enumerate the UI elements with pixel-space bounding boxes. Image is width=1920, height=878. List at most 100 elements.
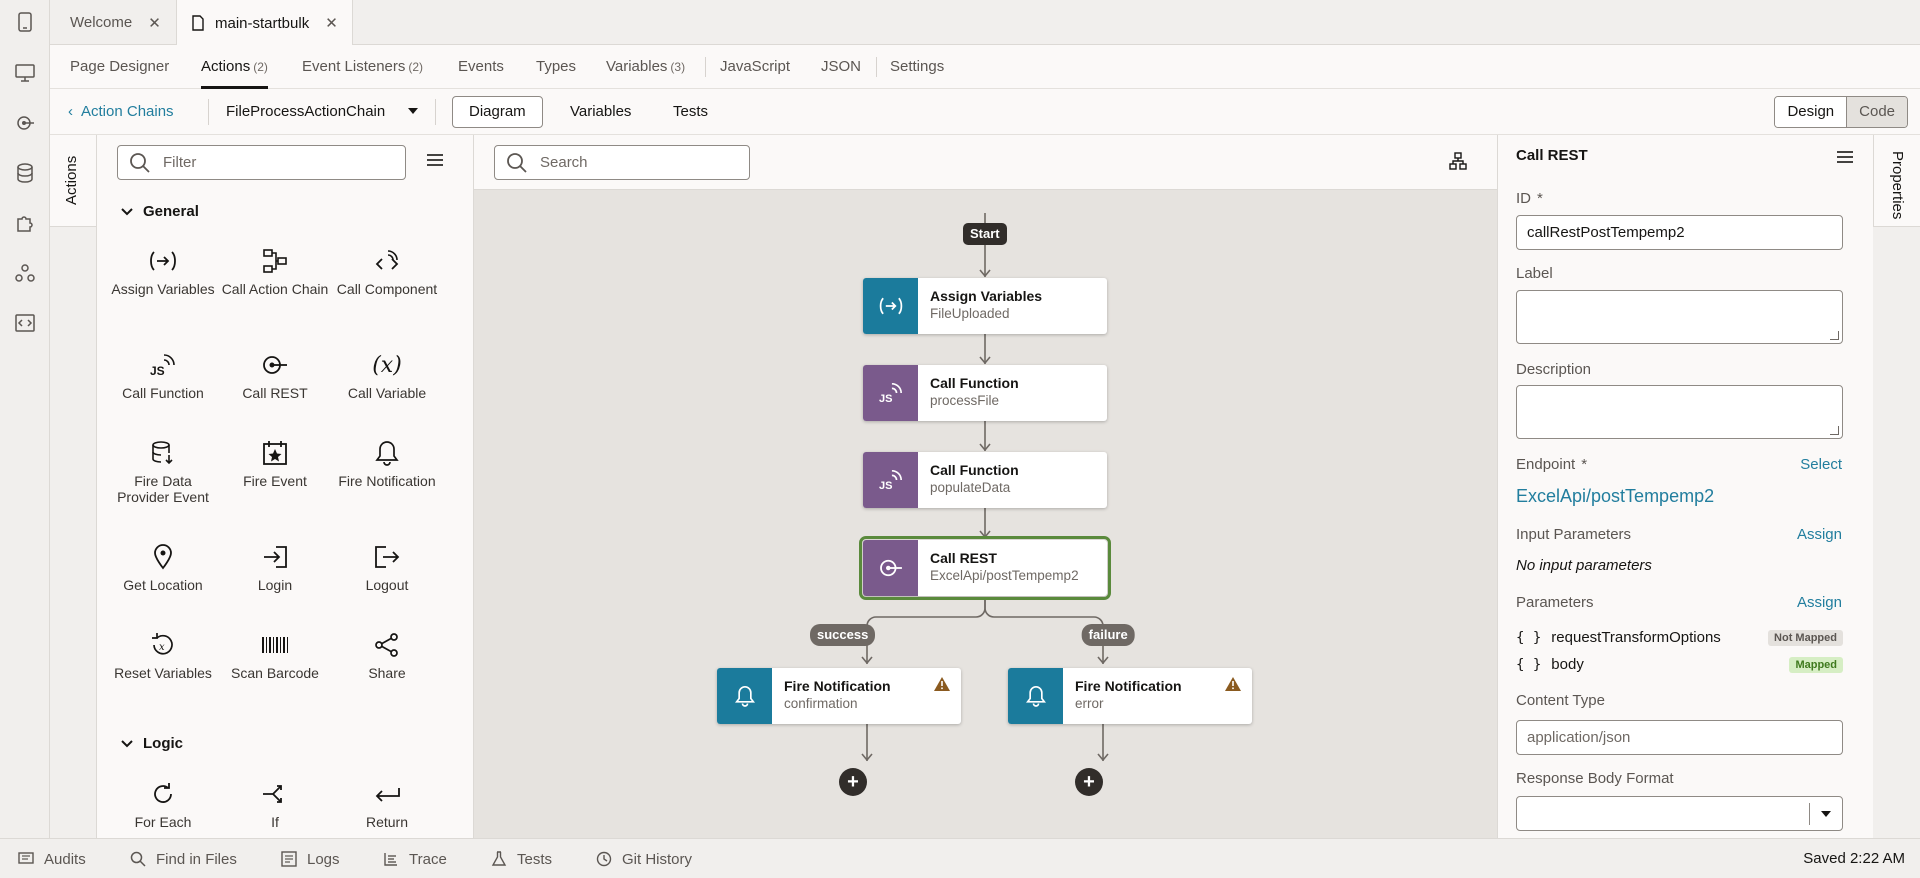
- code-button[interactable]: Code: [1846, 97, 1907, 127]
- parameter-row[interactable]: { } requestTransformOptions Not Mapped: [1516, 629, 1843, 646]
- id-field[interactable]: callRestPostTempemp2: [1516, 215, 1843, 250]
- parameters-label: Parameters: [1516, 594, 1594, 611]
- properties-side-tab[interactable]: Properties: [1873, 135, 1920, 227]
- node-assign-variables[interactable]: Assign Variables FileUploaded: [863, 278, 1107, 334]
- canvas-search-placeholder: Search: [540, 154, 588, 171]
- node-title: Fire Notification: [784, 678, 891, 694]
- canvas-search-input[interactable]: Search: [494, 145, 750, 180]
- label-label: Label: [1516, 265, 1553, 282]
- section-logic[interactable]: Logic: [121, 735, 183, 752]
- diagram-canvas[interactable]: Start Assign Variables FileUploaded JS Ca…: [474, 190, 1497, 838]
- tab-page-designer[interactable]: Page Designer: [70, 45, 169, 89]
- database-icon[interactable]: [0, 153, 50, 193]
- tests-button[interactable]: Tests: [491, 839, 552, 878]
- login-icon: [219, 541, 331, 573]
- node-call-function-processfile[interactable]: JS Call Function processFile: [863, 365, 1107, 421]
- audits-icon: [18, 852, 34, 864]
- tab-variables[interactable]: Variables (3): [606, 45, 685, 89]
- fire-event-icon: [219, 437, 331, 469]
- add-action-button[interactable]: +: [1075, 768, 1103, 796]
- tab-settings[interactable]: Settings: [890, 45, 944, 89]
- content-type-field[interactable]: application/json: [1516, 720, 1843, 755]
- palette-item-reset-variables[interactable]: x Reset Variables: [107, 629, 219, 681]
- web-app-icon[interactable]: [0, 53, 50, 93]
- close-icon[interactable]: ✕: [148, 14, 161, 32]
- add-action-button[interactable]: +: [839, 768, 867, 796]
- palette-item-call-rest[interactable]: Call REST: [219, 349, 331, 401]
- palette-item-call-variable[interactable]: (x) Call Variable: [331, 349, 443, 402]
- tab-types[interactable]: Types: [536, 45, 576, 89]
- palette-item-fire-data-provider-event[interactable]: Fire Data Provider Event: [107, 437, 219, 505]
- trace-button[interactable]: Trace: [383, 839, 447, 878]
- description-field[interactable]: [1516, 385, 1843, 439]
- parameters-assign-link[interactable]: Assign: [1797, 594, 1842, 611]
- logs-button[interactable]: Logs: [281, 839, 340, 878]
- editor-tab-welcome[interactable]: Welcome ✕: [56, 0, 175, 45]
- back-to-action-chains-link[interactable]: ‹ Action Chains: [68, 89, 174, 135]
- components-icon[interactable]: [0, 203, 50, 243]
- palette-item-fire-event[interactable]: Fire Event: [219, 437, 331, 489]
- services-icon[interactable]: [0, 103, 50, 143]
- mobile-device-icon[interactable]: [0, 2, 50, 42]
- palette-item-for-each[interactable]: For Each: [107, 778, 219, 830]
- palette-item-get-location[interactable]: Get Location: [107, 541, 219, 593]
- diagram-tab[interactable]: Diagram: [452, 96, 543, 128]
- endpoint-value-link[interactable]: ExcelApi/postTempemp2: [1516, 486, 1714, 507]
- node-subtitle: processFile: [930, 393, 1000, 408]
- warning-icon[interactable]: [933, 676, 951, 692]
- label-field[interactable]: [1516, 290, 1843, 344]
- warning-icon[interactable]: [1224, 676, 1242, 692]
- palette-item-call-component[interactable]: Call Component: [331, 245, 443, 297]
- tab-event-listeners[interactable]: Event Listeners (2): [302, 45, 423, 89]
- section-general[interactable]: General: [121, 203, 199, 220]
- actions-side-tab[interactable]: Actions: [50, 135, 97, 227]
- tab-separator: [705, 57, 706, 77]
- location-pin-icon: [107, 541, 219, 573]
- variables-tab[interactable]: Variables: [553, 96, 648, 128]
- tab-javascript[interactable]: JavaScript: [720, 45, 790, 89]
- palette-item-assign-variables[interactable]: Assign Variables: [107, 245, 219, 297]
- palette-item-call-action-chain[interactable]: Call Action Chain: [219, 245, 331, 297]
- properties-panel: Call REST ID * callRestPostTempemp2 Label…: [1497, 135, 1873, 838]
- parameter-row[interactable]: { } body Mapped: [1516, 656, 1843, 673]
- palette-item-login[interactable]: Login: [219, 541, 331, 593]
- palette-item-fire-notification[interactable]: Fire Notification: [331, 437, 443, 489]
- logout-icon: [331, 541, 443, 573]
- editor-tab-bar: Welcome ✕ main-startbulk ✕: [50, 0, 1920, 46]
- node-fire-notification-error[interactable]: Fire Notification error: [1008, 668, 1252, 724]
- palette-item-share[interactable]: Share: [331, 629, 443, 681]
- endpoint-select-link[interactable]: Select: [1800, 456, 1842, 473]
- git-history-button[interactable]: Git History: [596, 839, 692, 878]
- node-fire-notification-confirmation[interactable]: Fire Notification confirmation: [717, 668, 961, 724]
- caret-down-icon[interactable]: [408, 108, 418, 114]
- process-icon[interactable]: [0, 253, 50, 293]
- palette-item-scan-barcode[interactable]: Scan Barcode: [219, 629, 331, 681]
- response-body-format-select[interactable]: [1516, 796, 1843, 831]
- call-function-icon: JS: [863, 452, 918, 508]
- palette-item-return[interactable]: Return: [331, 778, 443, 830]
- hamburger-menu-icon[interactable]: [427, 153, 443, 170]
- editor-tab-main-startbulk[interactable]: main-startbulk ✕: [176, 0, 353, 46]
- action-chain-selector[interactable]: FileProcessActionChain: [226, 89, 385, 135]
- tab-events[interactable]: Events: [458, 45, 504, 89]
- tab-json[interactable]: JSON: [821, 45, 861, 89]
- find-in-files-button[interactable]: Find in Files: [130, 839, 237, 878]
- auto-layout-icon[interactable]: [1449, 152, 1467, 173]
- node-call-function-populatedata[interactable]: JS Call Function populateData: [863, 452, 1107, 508]
- palette-item-if[interactable]: If: [219, 778, 331, 830]
- close-icon[interactable]: ✕: [325, 14, 338, 32]
- source-code-icon[interactable]: [0, 303, 50, 343]
- svg-text:x: x: [159, 642, 165, 653]
- palette-item-call-function[interactable]: JS Call Function: [107, 349, 219, 401]
- audits-button[interactable]: Audits: [18, 839, 86, 878]
- input-parameters-assign-link[interactable]: Assign: [1797, 526, 1842, 543]
- node-call-rest[interactable]: Call REST ExcelApi/postTempemp2: [859, 536, 1111, 600]
- palette-item-logout[interactable]: Logout: [331, 541, 443, 593]
- tests-tab[interactable]: Tests: [656, 96, 725, 128]
- design-button[interactable]: Design: [1775, 97, 1847, 127]
- start-label: Start: [963, 223, 1007, 245]
- hamburger-menu-icon[interactable]: [1837, 150, 1853, 167]
- filter-input[interactable]: Filter: [117, 145, 406, 180]
- designer-tabs: Page Designer Actions (2) Event Listeners…: [50, 45, 1920, 89]
- tab-actions[interactable]: Actions (2): [201, 45, 268, 89]
